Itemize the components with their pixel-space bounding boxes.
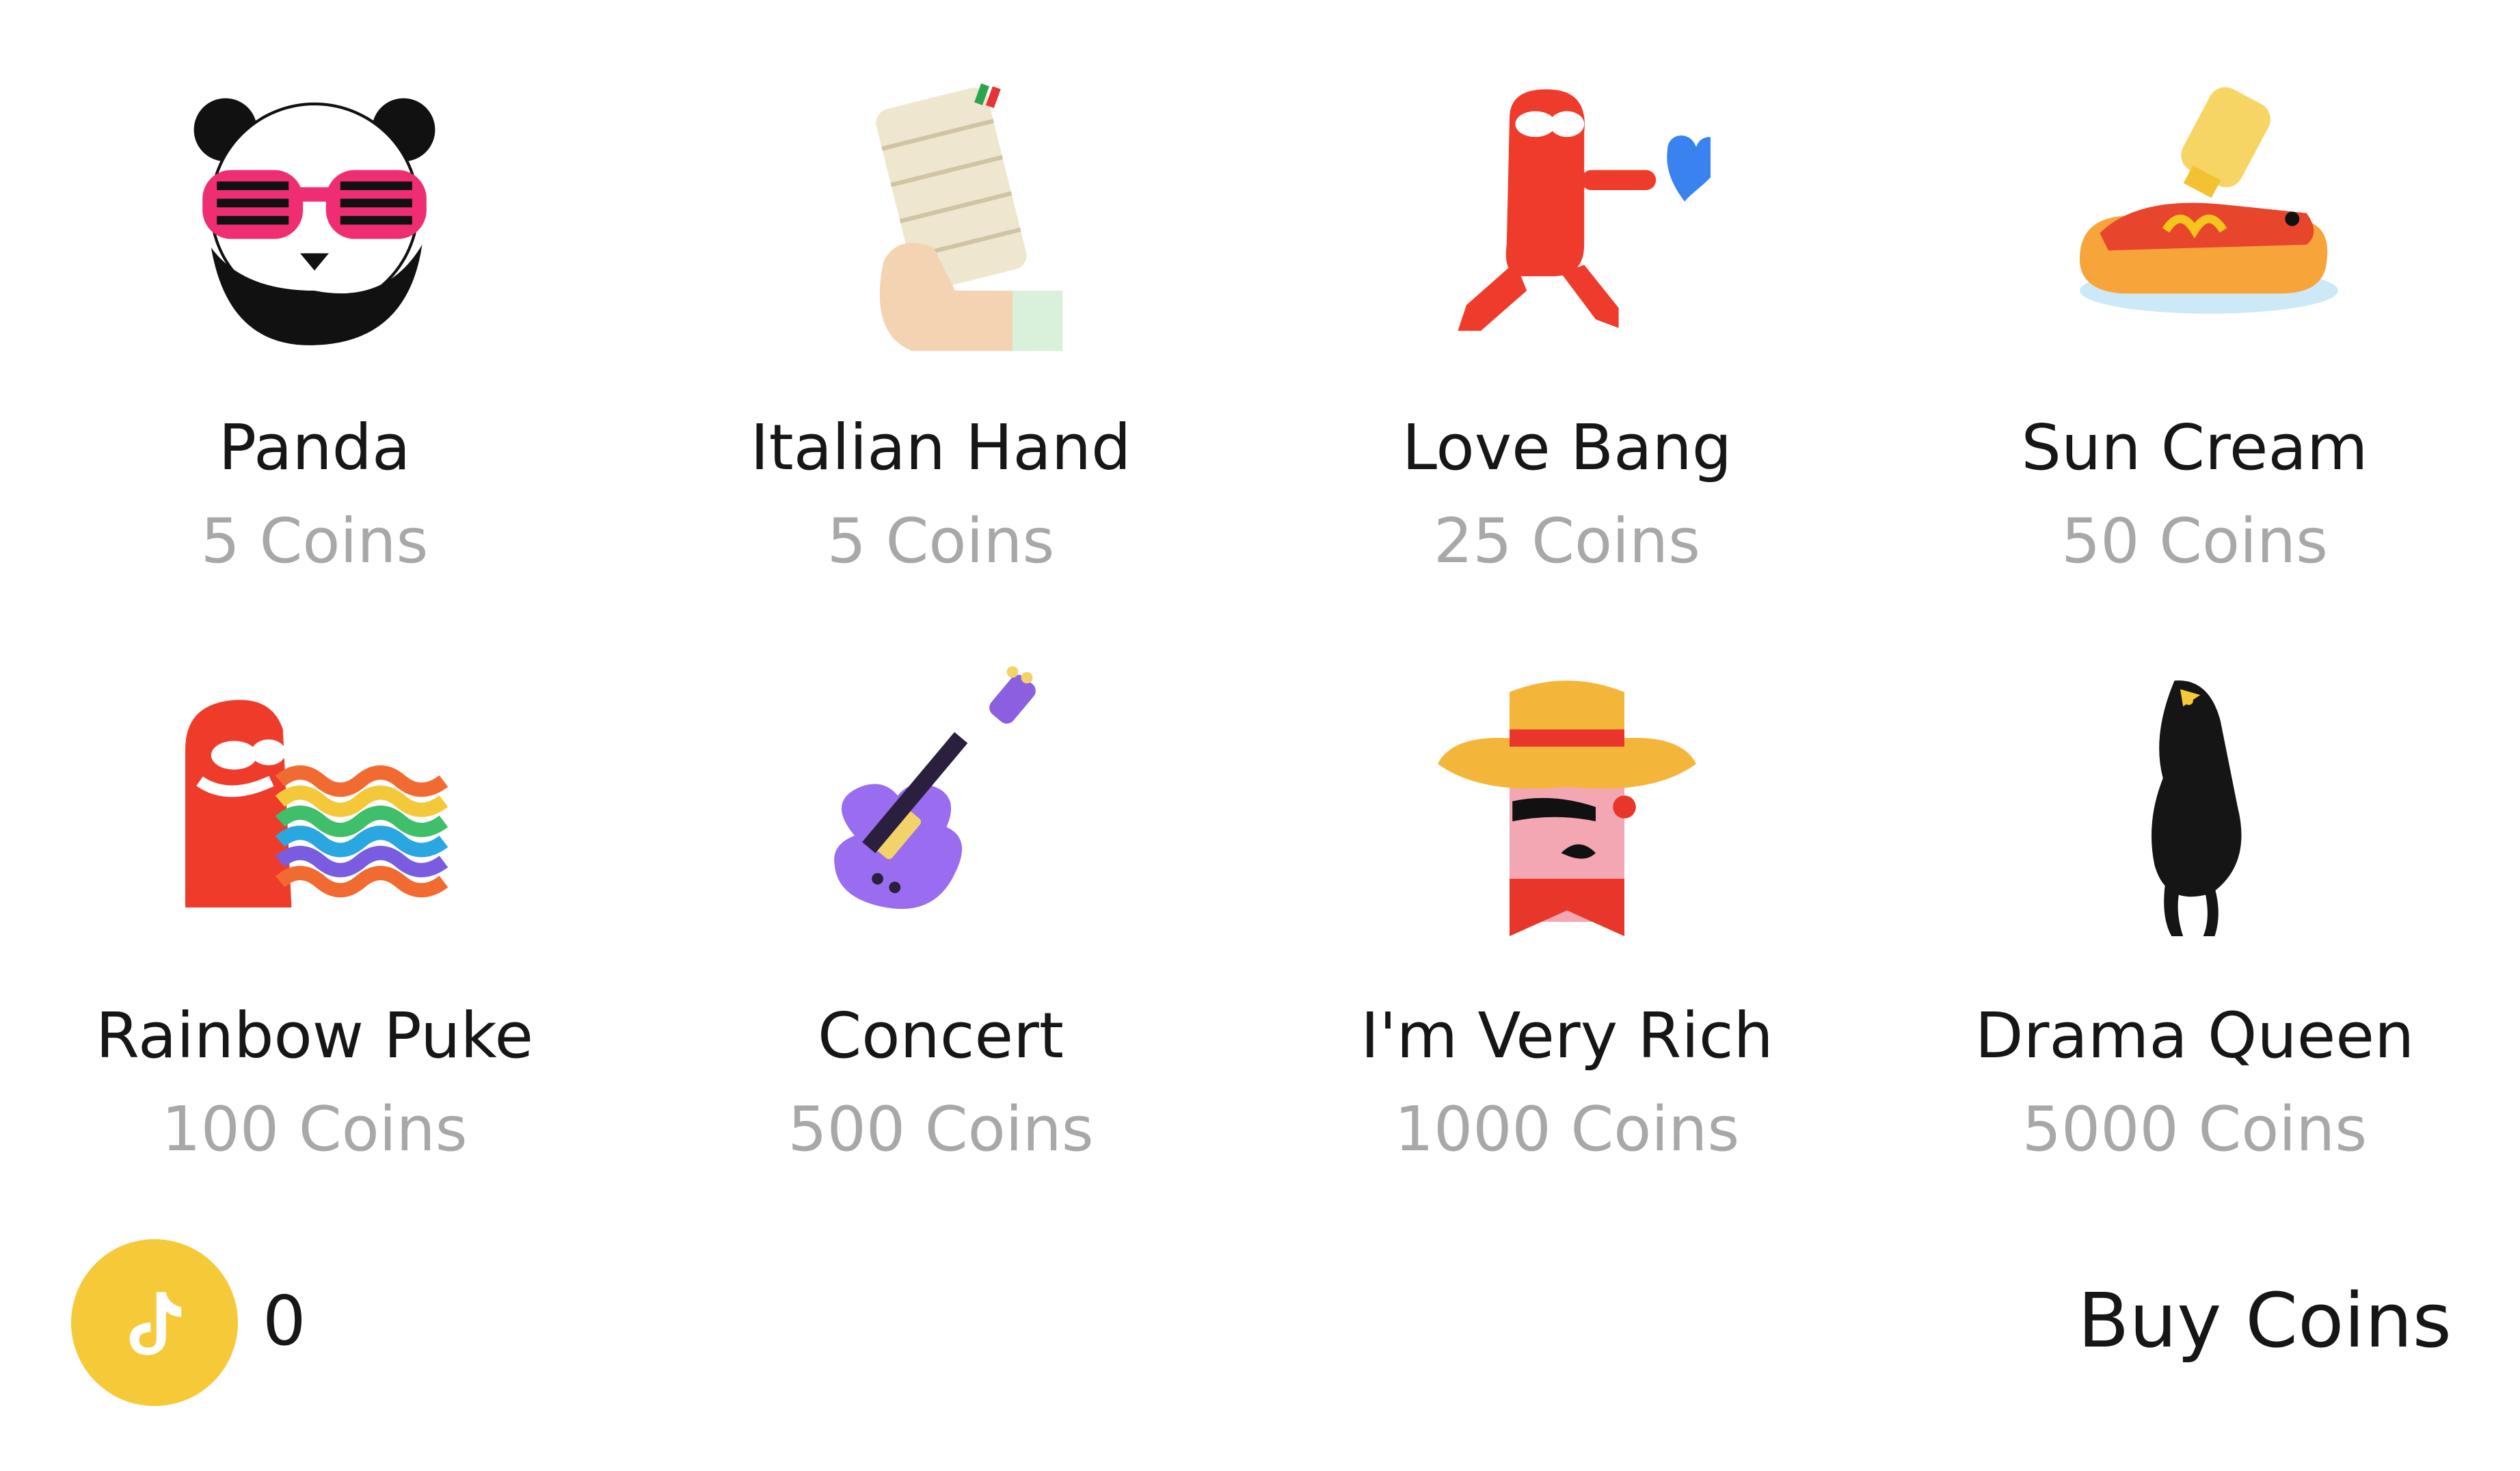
gift-name: Concert xyxy=(818,999,1064,1072)
gift-name: Sun Cream xyxy=(2021,411,2368,484)
gift-name: Rainbow Puke xyxy=(95,999,534,1072)
gift-item-drama-queen[interactable]: Drama Queen 5000 Coins xyxy=(1894,657,2495,1176)
rainbow-puke-icon xyxy=(157,657,472,957)
coin-balance: 0 xyxy=(263,1281,306,1361)
gift-price: 1000 Coins xyxy=(1394,1094,1740,1165)
gift-price: 500 Coins xyxy=(788,1094,1094,1165)
love-bang-heart-icon xyxy=(1410,68,1724,369)
gift-price: 100 Coins xyxy=(161,1094,468,1165)
gift-panel: Panda 5 Coins Italian Hand 5 Coins Love … xyxy=(0,0,2520,1471)
gift-price: 25 Coins xyxy=(1434,505,1700,577)
gift-item-im-very-rich[interactable]: I'm Very Rich 1000 Coins xyxy=(1266,657,1868,1176)
gift-item-sun-cream[interactable]: Sun Cream 50 Coins xyxy=(1894,68,2495,588)
buy-coins-button[interactable]: Buy Coins xyxy=(2078,1276,2452,1365)
guitar-icon xyxy=(783,657,1098,957)
gift-item-italian-hand[interactable]: Italian Hand 5 Coins xyxy=(640,68,1242,588)
gift-price: 5000 Coins xyxy=(2022,1094,2368,1165)
gift-price: 5 Coins xyxy=(827,505,1055,577)
sun-cream-hotdog-icon xyxy=(2037,68,2352,369)
gift-price: 5 Coins xyxy=(200,505,429,577)
gift-item-rainbow-puke[interactable]: Rainbow Puke 100 Coins xyxy=(14,657,615,1176)
gift-name: Drama Queen xyxy=(1974,999,2415,1072)
gift-item-concert[interactable]: Concert 500 Coins xyxy=(640,657,1242,1176)
drama-queen-bird-icon xyxy=(2037,657,2352,957)
tiktok-note-icon xyxy=(129,1292,182,1355)
leaning-tower-hand-icon xyxy=(783,68,1098,369)
panda-sunglasses-icon xyxy=(157,68,472,369)
gift-name: Love Bang xyxy=(1402,411,1732,484)
gift-price: 50 Coins xyxy=(2061,505,2328,577)
tiktok-coin-icon xyxy=(71,1239,238,1406)
gift-name: Italian Hand xyxy=(750,411,1131,484)
gift-item-love-bang[interactable]: Love Bang 25 Coins xyxy=(1266,68,1868,588)
gift-name: Panda xyxy=(218,411,411,484)
gift-name: I'm Very Rich xyxy=(1360,999,1773,1072)
gift-item-panda[interactable]: Panda 5 Coins xyxy=(14,68,615,588)
rich-cowboy-icon xyxy=(1410,657,1724,957)
